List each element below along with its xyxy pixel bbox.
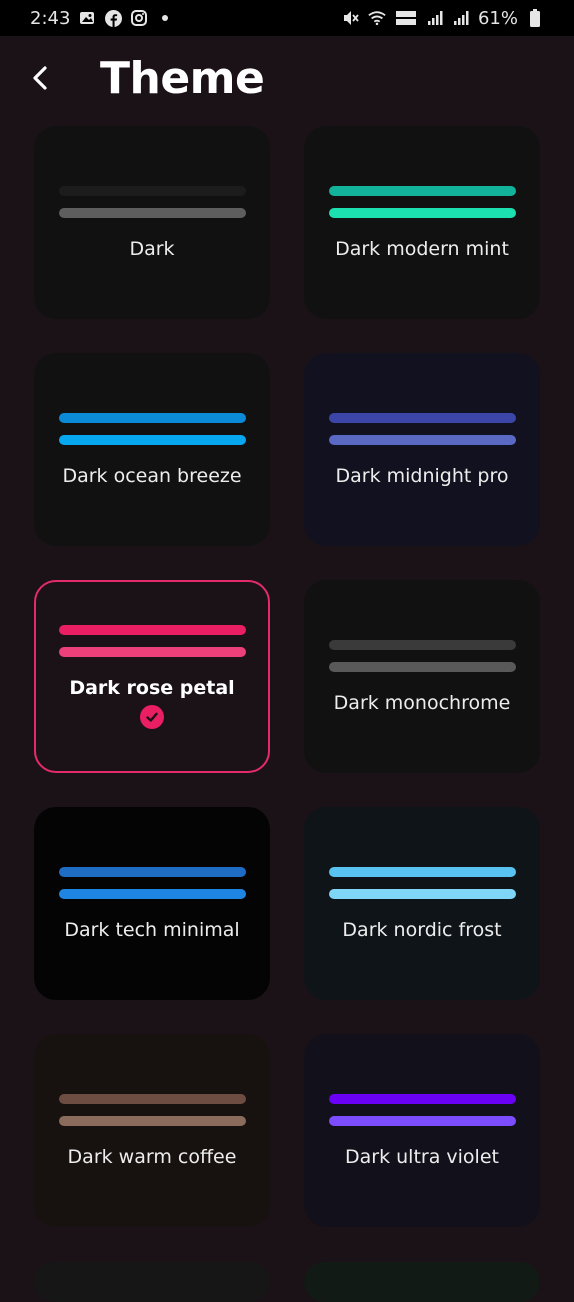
app-header: Theme — [0, 36, 574, 120]
theme-label: Dark midnight pro — [335, 464, 509, 487]
wifi-icon — [368, 9, 386, 27]
mute-icon — [342, 9, 360, 27]
theme-preview-bar-secondary — [58, 434, 246, 445]
battery-percent: 61% — [477, 7, 518, 29]
theme-card-dark-nordic-frost[interactable]: Dark nordic frost — [304, 807, 540, 1000]
selected-check-icon — [140, 704, 164, 729]
status-bar: 2:43 61% — [0, 0, 574, 36]
theme-preview-bar-primary — [328, 412, 516, 423]
theme-card-dark[interactable]: Dark — [34, 126, 270, 319]
signal-1-icon — [426, 9, 444, 27]
theme-label: Dark nordic frost — [342, 918, 502, 941]
theme-preview-bar-secondary — [58, 888, 246, 899]
volte-icon — [394, 9, 418, 27]
theme-preview-bar-primary — [328, 1093, 516, 1104]
theme-preview-bar-secondary — [328, 1115, 516, 1126]
theme-label: Dark ultra violet — [345, 1145, 499, 1168]
theme-preview-bar-primary — [58, 1093, 246, 1104]
theme-card-dark-ultra-violet[interactable]: Dark ultra violet — [304, 1034, 540, 1227]
signal-2-icon — [452, 9, 470, 27]
theme-preview-bar-primary — [328, 185, 516, 196]
theme-label: Dark ocean breeze — [62, 464, 242, 487]
theme-label: Dark modern mint — [335, 237, 509, 260]
theme-preview-bar-secondary — [328, 434, 516, 445]
theme-card-partial-left[interactable] — [34, 1262, 270, 1302]
battery-icon — [526, 9, 544, 27]
theme-preview-bar-secondary — [58, 646, 246, 657]
theme-preview-bar-primary — [328, 866, 516, 877]
theme-preview-bar-secondary — [58, 207, 246, 218]
theme-preview-bar-primary — [58, 866, 246, 877]
theme-card-dark-warm-coffee[interactable]: Dark warm coffee — [34, 1034, 270, 1227]
theme-preview-bar-secondary — [328, 888, 516, 899]
theme-card-dark-tech-minimal[interactable]: Dark tech minimal — [34, 807, 270, 1000]
status-right: 61% — [342, 8, 544, 29]
theme-preview-bar-primary — [58, 185, 246, 196]
theme-card-partial-right[interactable] — [304, 1262, 540, 1302]
back-arrow-icon — [33, 66, 47, 90]
theme-card-dark-monochrome[interactable]: Dark monochrome — [304, 580, 540, 773]
page-title: Theme — [100, 52, 265, 104]
theme-preview-bar-secondary — [328, 661, 516, 672]
more-notifications-dot-icon — [156, 9, 174, 27]
theme-preview-bar-primary — [58, 412, 246, 423]
theme-grid: Dark Dark modern mint Dark ocean breeze … — [34, 126, 540, 1227]
gallery-notification-icon — [78, 9, 96, 27]
theme-preview-bar-primary — [328, 639, 516, 650]
theme-card-dark-midnight-pro[interactable]: Dark midnight pro — [304, 353, 540, 546]
status-left: 2:43 — [30, 8, 174, 29]
theme-label: Dark monochrome — [333, 691, 511, 714]
instagram-notification-icon — [130, 9, 148, 27]
theme-label: Dark rose petal — [69, 676, 235, 699]
status-time: 2:43 — [30, 7, 71, 29]
back-button[interactable] — [16, 54, 64, 102]
theme-label: Dark tech minimal — [64, 918, 240, 941]
theme-card-dark-rose-petal[interactable]: Dark rose petal — [34, 580, 270, 773]
theme-preview-bar-primary — [58, 624, 246, 635]
theme-preview-bar-secondary — [58, 1115, 246, 1126]
theme-preview-bar-secondary — [328, 207, 516, 218]
theme-card-dark-modern-mint[interactable]: Dark modern mint — [304, 126, 540, 319]
facebook-notification-icon — [104, 9, 122, 27]
theme-card-dark-ocean-breeze[interactable]: Dark ocean breeze — [34, 353, 270, 546]
theme-label: Dark warm coffee — [67, 1145, 237, 1168]
theme-label: Dark — [129, 237, 175, 260]
